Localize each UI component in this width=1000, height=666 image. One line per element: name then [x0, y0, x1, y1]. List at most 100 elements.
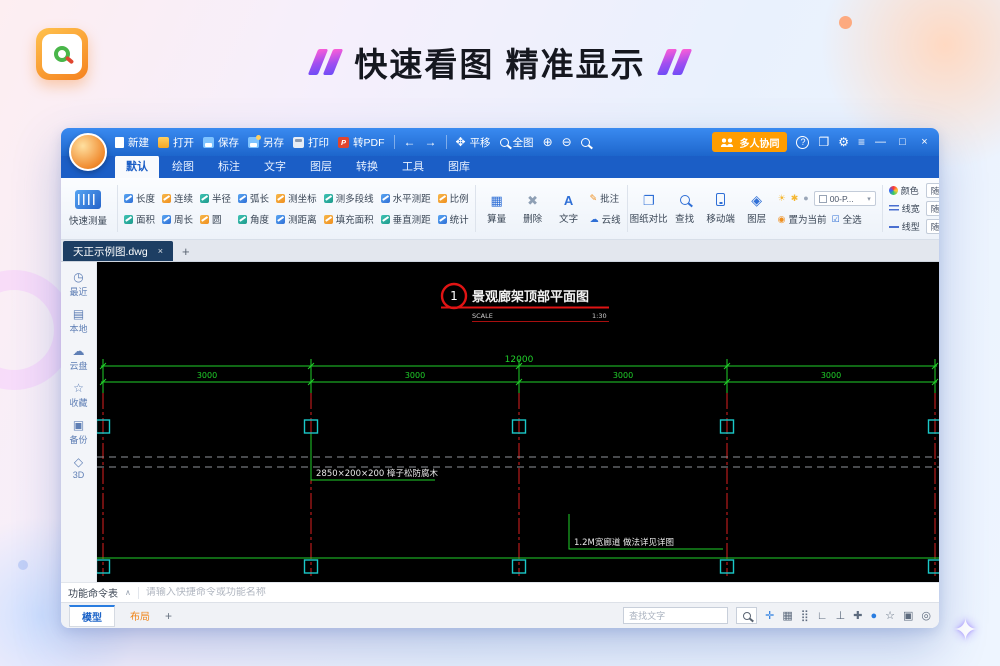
color-select[interactable]: 随层颜色	[926, 183, 939, 198]
pan-button[interactable]: 平移	[456, 135, 491, 150]
dot-grid-icon[interactable]	[801, 610, 809, 622]
tool-arc-length[interactable]: 弧长	[238, 191, 269, 205]
user-avatar[interactable]	[69, 133, 107, 171]
quick-measure-button[interactable]: 快速测量	[65, 182, 111, 235]
tool-statistics[interactable]: 统计	[438, 212, 469, 226]
arc-icon	[238, 194, 247, 203]
linetype-select[interactable]: 随层线型	[926, 219, 939, 234]
full-view-button[interactable]: 全图	[500, 135, 534, 150]
tool-perimeter[interactable]: 周长	[162, 212, 193, 226]
tool-angle[interactable]: 角度	[238, 212, 269, 226]
tool-scale[interactable]: 比例	[438, 191, 469, 205]
tool-radius[interactable]: 半径	[200, 191, 231, 205]
close-button[interactable]	[918, 136, 931, 148]
sidebar-item-local[interactable]: 本地	[69, 308, 87, 335]
command-panel-toggle[interactable]: 功能命令表	[68, 585, 118, 600]
add-layout-button[interactable]: +	[165, 609, 172, 623]
tool-length[interactable]: 长度	[124, 191, 155, 205]
drawing-compare-button[interactable]: 图纸对比	[634, 182, 664, 235]
settings-gear-icon[interactable]	[838, 136, 849, 148]
save-as-button[interactable]: 另存	[248, 135, 284, 150]
angle-snap-icon[interactable]	[817, 610, 828, 622]
quantity-button[interactable]: 算量	[482, 182, 512, 235]
document-tab[interactable]: 天正示例图.dwg ×	[63, 241, 173, 261]
grid-icon[interactable]	[782, 610, 792, 622]
main-menu-icon[interactable]	[858, 136, 865, 148]
comment-label: 批注	[600, 191, 619, 205]
tool-coordinate[interactable]: 测坐标	[276, 191, 317, 205]
find-text-input[interactable]	[623, 607, 728, 624]
tab-layer[interactable]: 图层	[299, 155, 343, 178]
close-tab-icon[interactable]: ×	[158, 246, 163, 256]
object-snap-icon[interactable]	[870, 610, 877, 622]
tool-horizontal-distance[interactable]: 水平测距	[381, 191, 431, 205]
fullscreen-icon[interactable]	[818, 136, 829, 148]
zoom-out-icon[interactable]	[562, 136, 572, 148]
ortho-icon[interactable]	[836, 610, 846, 622]
full-view-label: 全图	[513, 135, 534, 150]
open-button[interactable]: 打开	[158, 135, 194, 150]
help-icon[interactable]	[796, 136, 809, 149]
select-all-button[interactable]: 全选	[832, 212, 862, 226]
tab-default[interactable]: 默认	[115, 155, 159, 178]
tab-draw[interactable]: 绘图	[161, 155, 205, 178]
tool-continuous[interactable]: 连续	[162, 191, 193, 205]
print-button[interactable]: 打印	[293, 135, 329, 150]
lineweight-select[interactable]: 随层线宽	[926, 201, 939, 216]
tool-area[interactable]: 面积	[124, 212, 155, 226]
crosshair-icon[interactable]	[765, 610, 774, 622]
layer-freeze-icon[interactable]	[791, 194, 799, 203]
layout-tab[interactable]: 布局	[124, 606, 156, 625]
tab-annotate[interactable]: 标注	[207, 155, 251, 178]
tool-vertical-distance[interactable]: 垂直测距	[381, 212, 431, 226]
layer-button[interactable]: 图层	[742, 182, 772, 235]
tool-fill-area[interactable]: 填充面积	[324, 212, 374, 226]
tab-text[interactable]: 文字	[253, 155, 297, 178]
tool-distance[interactable]: 测距离	[276, 212, 317, 226]
layer-on-icon[interactable]	[778, 194, 786, 203]
undo-arrow-icon[interactable]	[404, 136, 416, 148]
set-current-button[interactable]: 置为当前	[778, 212, 827, 226]
model-tab[interactable]: 模型	[69, 605, 115, 627]
new-button[interactable]: 新建	[115, 135, 149, 150]
layer-label: 图层	[747, 211, 766, 225]
command-input[interactable]	[146, 587, 932, 598]
column-squares	[97, 420, 939, 573]
display-settings-icon[interactable]	[921, 610, 931, 622]
lineweight-property: 线宽	[889, 202, 922, 215]
sidebar-item-recent[interactable]: 最近	[69, 271, 87, 298]
revision-cloud-button[interactable]: 云线	[590, 212, 621, 226]
sidebar-item-3d[interactable]: 3D	[73, 456, 85, 480]
collaboration-button[interactable]: 多人协同	[712, 132, 787, 152]
dim-segment-label: 3000	[405, 371, 425, 380]
find-text-button[interactable]	[736, 607, 757, 624]
tool-polyline-measure[interactable]: 测多段线	[324, 191, 374, 205]
new-tab-button[interactable]: +	[173, 244, 199, 261]
find-button[interactable]: 查找	[670, 182, 700, 235]
maximize-button[interactable]	[896, 136, 909, 148]
text-button[interactable]: 文字	[554, 182, 584, 235]
sidebar-item-backup[interactable]: 备份	[69, 419, 87, 446]
tab-convert[interactable]: 转换	[345, 155, 389, 178]
sidebar-item-cloud[interactable]: 云盘	[69, 345, 87, 372]
tab-library[interactable]: 图库	[437, 155, 481, 178]
delete-button[interactable]: 删除	[518, 182, 548, 235]
zoom-in-icon[interactable]	[543, 136, 553, 148]
comment-button[interactable]: 批注	[590, 191, 621, 205]
favorite-icon[interactable]	[885, 610, 895, 622]
layer-lock-icon[interactable]	[803, 194, 808, 203]
sidebar-item-favorites[interactable]: 收藏	[69, 382, 87, 409]
plus-icon[interactable]	[853, 610, 862, 622]
chevron-down-icon	[867, 195, 871, 203]
layer-select[interactable]: 00-P...	[814, 191, 876, 206]
mobile-button[interactable]: 移动端	[706, 182, 736, 235]
view-cube-icon[interactable]	[903, 610, 913, 622]
minimize-button[interactable]	[874, 136, 887, 148]
to-pdf-button[interactable]: 转PDF	[338, 135, 385, 150]
save-button[interactable]: 保存	[203, 135, 239, 150]
zoom-window-icon[interactable]	[581, 138, 590, 147]
redo-arrow-icon[interactable]	[425, 136, 437, 148]
tab-tools[interactable]: 工具	[391, 155, 435, 178]
tool-circle[interactable]: 圆	[200, 212, 231, 226]
cad-canvas[interactable]: 1 景观廊架顶部平面图 SCALE 1:30 12000 3000 3000 3…	[97, 262, 939, 582]
